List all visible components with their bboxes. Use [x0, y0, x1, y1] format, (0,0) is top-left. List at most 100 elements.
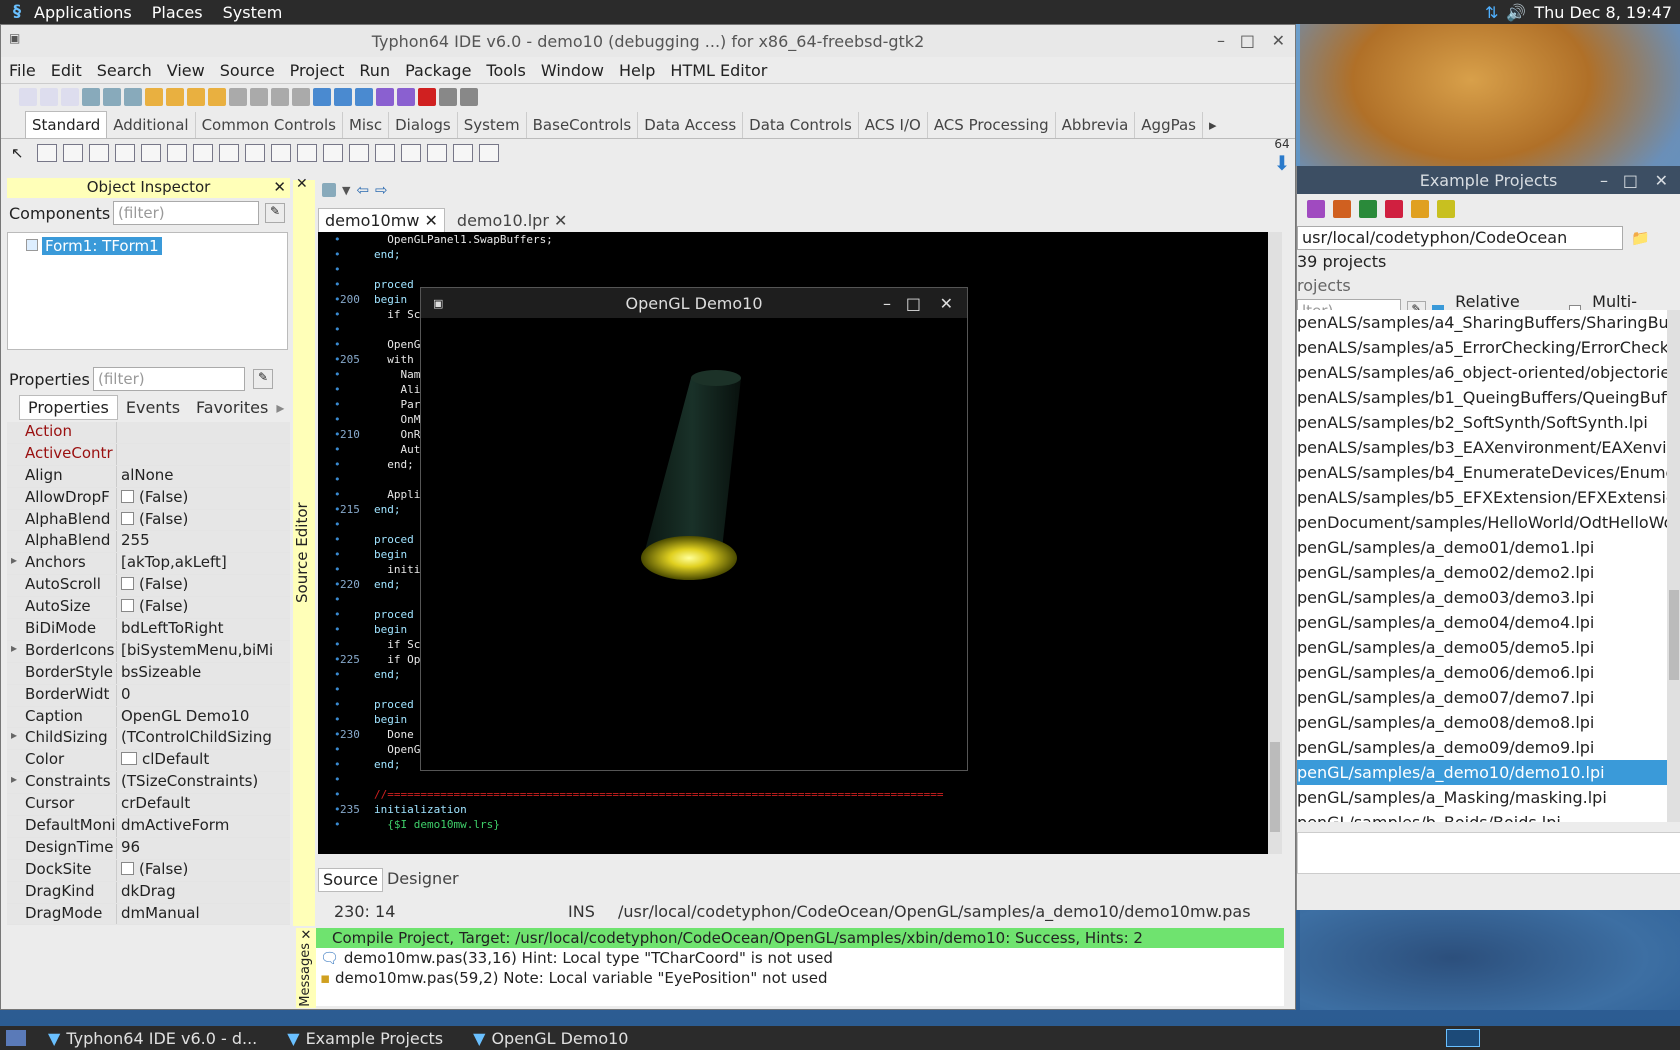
- download-icon[interactable]: ⬇: [1269, 151, 1295, 175]
- gutter-line[interactable]: •: [318, 622, 366, 637]
- property-value[interactable]: (False): [117, 509, 290, 531]
- tab-standard[interactable]: Standard: [25, 111, 108, 138]
- menu-project[interactable]: Project: [290, 61, 345, 80]
- view-forms-icon[interactable]: [250, 87, 268, 106]
- project-list-item[interactable]: penALS/samples/b4_EnumerateDevices/Enume…: [1297, 460, 1667, 485]
- property-checkbox[interactable]: [121, 577, 134, 591]
- breakpoint-dot-icon[interactable]: •: [334, 337, 341, 352]
- gutter-line[interactable]: • 230: [318, 727, 366, 742]
- settings-icon[interactable]: [1437, 200, 1455, 218]
- search-icon[interactable]: [103, 87, 121, 106]
- gutter-line[interactable]: •: [318, 637, 366, 652]
- breakpoint-dot-icon[interactable]: •: [334, 742, 341, 757]
- mainmenu-icon[interactable]: [37, 144, 57, 162]
- breakpoint-dot-icon[interactable]: •: [334, 622, 341, 637]
- property-checkbox[interactable]: [121, 861, 134, 875]
- open-project-icon[interactable]: [1359, 200, 1377, 218]
- breakpoint-dot-icon[interactable]: •: [334, 682, 341, 697]
- gutter-line[interactable]: •: [318, 607, 366, 622]
- gutter-line[interactable]: •: [318, 592, 366, 607]
- replace-icon[interactable]: [124, 87, 142, 106]
- new-file-icon[interactable]: [19, 87, 37, 106]
- code-line[interactable]: //======================================…: [374, 787, 1264, 802]
- gutter-line[interactable]: • 235: [318, 802, 366, 817]
- tab-properties[interactable]: Properties: [19, 394, 118, 420]
- gutter-line[interactable]: •: [318, 547, 366, 562]
- project-list-item[interactable]: penGL/samples/a_demo02/demo2.lpi: [1297, 560, 1667, 585]
- project-list-item[interactable]: penALS/samples/b1_QueingBuffers/QueingBu…: [1297, 385, 1667, 410]
- folder-icon[interactable]: [1411, 200, 1429, 218]
- menu-file[interactable]: File: [9, 61, 36, 80]
- step-into-icon[interactable]: [439, 87, 457, 106]
- gutter-line[interactable]: •: [318, 442, 366, 457]
- property-value[interactable]: dkDrag: [117, 881, 290, 903]
- gutter-line[interactable]: •: [318, 697, 366, 712]
- gutter-line[interactable]: • 225: [318, 652, 366, 667]
- menu-system[interactable]: System: [223, 3, 283, 22]
- breakpoint-dot-icon[interactable]: •: [334, 517, 341, 532]
- gutter-line[interactable]: •: [318, 367, 366, 382]
- gutter-line[interactable]: •: [318, 322, 366, 337]
- gutter-line[interactable]: •: [318, 517, 366, 532]
- properties-filter[interactable]: (filter): [93, 367, 245, 391]
- tab-basecontrols[interactable]: BaseControls: [527, 112, 639, 138]
- gutter-line[interactable]: •: [318, 772, 366, 787]
- menu-window[interactable]: Window: [541, 61, 604, 80]
- refresh-icon[interactable]: [1307, 200, 1325, 218]
- property-row[interactable]: AlphaBlend (False): [7, 509, 290, 532]
- breakpoint-dot-icon[interactable]: •: [334, 772, 341, 787]
- gutter-line[interactable]: • 210: [318, 427, 366, 442]
- property-value[interactable]: crDefault: [117, 794, 290, 816]
- clear-filter-icon[interactable]: ✎: [265, 203, 285, 223]
- property-row[interactable]: Caption OpenGL Demo10: [7, 706, 290, 729]
- tab-data-controls[interactable]: Data Controls: [743, 112, 859, 138]
- gutter-line[interactable]: •: [318, 277, 366, 292]
- breakpoint-dot-icon[interactable]: •: [334, 697, 341, 712]
- code-line[interactable]: OpenGLPanel1.SwapBuffers;: [374, 232, 1264, 247]
- components-filter[interactable]: (filter): [113, 201, 259, 225]
- breakpoint-dot-icon[interactable]: •: [334, 547, 341, 562]
- property-value[interactable]: OpenGL Demo10: [117, 706, 290, 728]
- property-value[interactable]: alNone: [117, 465, 290, 487]
- projects-list[interactable]: penALS/samples/a4_SharingBuffers/Sharing…: [1297, 310, 1667, 822]
- hint-message[interactable]: 🗨 demo10mw.pas(33,16) Hint: Local type "…: [316, 948, 1284, 968]
- task-ide[interactable]: ▼ Typhon64 IDE v6.0 - d...: [40, 1029, 265, 1048]
- breakpoint-dot-icon[interactable]: •: [334, 592, 341, 607]
- save-icon[interactable]: [145, 87, 163, 106]
- tab-misc[interactable]: Misc: [343, 112, 390, 138]
- project-list-item[interactable]: penALS/samples/b2_SoftSynth/SoftSynth.lp…: [1297, 410, 1667, 435]
- messages-panel[interactable]: Compile Project, Target: /usr/local/code…: [316, 928, 1284, 1006]
- menu-source[interactable]: Source: [220, 61, 275, 80]
- project-list-item[interactable]: penGL/samples/b_Boids/Boids.lpi: [1297, 810, 1667, 822]
- breakpoint-dot-icon[interactable]: •: [334, 457, 341, 472]
- window-menu-icon[interactable]: ▣: [433, 297, 443, 310]
- property-value[interactable]: 0: [117, 684, 290, 706]
- label-icon[interactable]: [115, 144, 135, 162]
- expand-icon[interactable]: ▸: [11, 641, 17, 655]
- back-icon[interactable]: ⇦: [356, 181, 369, 199]
- gutter-line[interactable]: •: [318, 262, 366, 277]
- tab-acs-io[interactable]: ACS I/O: [859, 112, 928, 138]
- property-row[interactable]: AutoScroll (False): [7, 575, 290, 598]
- frame-icon[interactable]: [453, 144, 473, 162]
- new-form-icon[interactable]: [40, 87, 58, 106]
- panel-icon[interactable]: [427, 144, 447, 162]
- tree-node-form1[interactable]: Form1: TForm1: [42, 237, 162, 255]
- code-line[interactable]: [374, 772, 1264, 787]
- view-units-icon[interactable]: [229, 87, 247, 106]
- property-row[interactable]: DragMode dmManual: [7, 903, 290, 926]
- window-menu-icon[interactable]: ▣: [9, 31, 20, 45]
- chevron-down-icon[interactable]: ▼: [342, 184, 350, 197]
- gutter-line[interactable]: •: [318, 307, 366, 322]
- tab-dialogs[interactable]: Dialogs: [389, 112, 458, 138]
- menu-view[interactable]: View: [167, 61, 205, 80]
- property-value[interactable]: 96: [117, 837, 290, 859]
- code-line[interactable]: {$I demo10mw.lrs}: [374, 817, 1264, 832]
- breakpoint-dot-icon[interactable]: •: [334, 322, 341, 337]
- actionlist-icon[interactable]: [479, 144, 499, 162]
- property-value[interactable]: bsSizeable: [117, 662, 290, 684]
- property-checkbox[interactable]: [121, 599, 134, 613]
- note-message[interactable]: ▪ demo10mw.pas(59,2) Note: Local variabl…: [316, 968, 1284, 988]
- gutter-line[interactable]: •: [318, 742, 366, 757]
- property-value[interactable]: [117, 443, 290, 465]
